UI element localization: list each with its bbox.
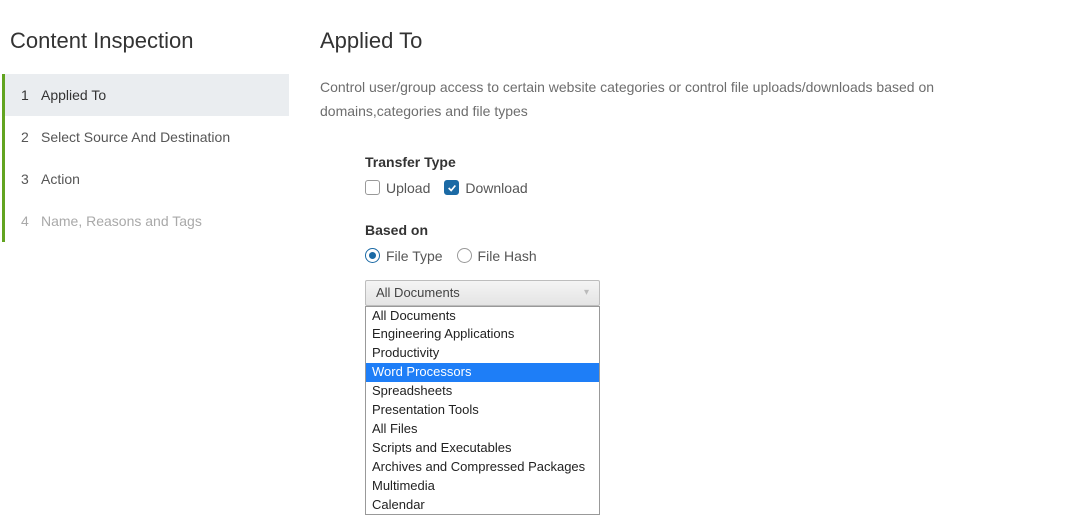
- step-number: 4: [21, 213, 41, 229]
- file-type-radio[interactable]: File Type: [365, 248, 443, 264]
- wizard-step-2[interactable]: 2Select Source And Destination: [5, 116, 289, 158]
- step-label: Name, Reasons and Tags: [41, 213, 273, 229]
- select-dropdown: All DocumentsEngineering ApplicationsPro…: [365, 306, 600, 515]
- dropdown-option[interactable]: Spreadsheets: [366, 382, 599, 401]
- file-hash-radio[interactable]: File Hash: [457, 248, 537, 264]
- dropdown-option[interactable]: Scripts and Executables: [366, 439, 599, 458]
- file-type-select[interactable]: All Documents ▾ All DocumentsEngineering…: [365, 280, 600, 306]
- based-on-row: File Type File Hash: [365, 248, 1056, 264]
- dropdown-option[interactable]: Multimedia: [366, 477, 599, 496]
- page-title: Applied To: [320, 28, 1056, 54]
- dropdown-option[interactable]: Presentation Tools: [366, 401, 599, 420]
- chevron-down-icon: ▾: [584, 287, 589, 298]
- wizard-sidebar: Content Inspection 1Applied To2Select So…: [0, 0, 290, 515]
- main-panel: Applied To Control user/group access to …: [290, 0, 1086, 515]
- radio-icon: [457, 248, 472, 263]
- based-on-label: Based on: [365, 222, 1056, 238]
- select-display[interactable]: All Documents ▾: [365, 280, 600, 306]
- wizard-step-1[interactable]: 1Applied To: [5, 74, 289, 116]
- dropdown-option[interactable]: All Documents: [366, 307, 599, 326]
- download-checkbox[interactable]: Download: [444, 180, 527, 196]
- wizard-steps: 1Applied To2Select Source And Destinatio…: [2, 74, 289, 242]
- step-number: 3: [21, 171, 41, 187]
- dropdown-option[interactable]: Engineering Applications: [366, 325, 599, 344]
- sidebar-title: Content Inspection: [0, 20, 289, 74]
- wizard-step-3[interactable]: 3Action: [5, 158, 289, 200]
- upload-checkbox[interactable]: Upload: [365, 180, 430, 196]
- page-description: Control user/group access to certain web…: [320, 76, 1056, 124]
- transfer-type-row: Upload Download: [365, 180, 1056, 196]
- dropdown-option[interactable]: Calendar: [366, 496, 599, 515]
- dropdown-option[interactable]: Archives and Compressed Packages: [366, 458, 599, 477]
- step-label: Applied To: [41, 87, 273, 103]
- upload-label: Upload: [386, 180, 430, 196]
- download-label: Download: [465, 180, 527, 196]
- transfer-type-section: Transfer Type Upload Download: [320, 154, 1056, 196]
- select-value: All Documents: [376, 285, 460, 300]
- transfer-type-label: Transfer Type: [365, 154, 1056, 170]
- step-label: Select Source And Destination: [41, 129, 273, 145]
- file-type-label: File Type: [386, 248, 443, 264]
- radio-icon: [365, 248, 380, 263]
- step-label: Action: [41, 171, 273, 187]
- file-hash-label: File Hash: [478, 248, 537, 264]
- dropdown-option[interactable]: All Files: [366, 420, 599, 439]
- step-number: 1: [21, 87, 41, 103]
- dropdown-option[interactable]: Productivity: [366, 344, 599, 363]
- wizard-step-4: 4Name, Reasons and Tags: [5, 200, 289, 242]
- step-number: 2: [21, 129, 41, 145]
- based-on-section: Based on File Type File Hash All Documen…: [320, 222, 1056, 306]
- dropdown-option[interactable]: Word Processors: [366, 363, 599, 382]
- checkbox-icon: [444, 180, 459, 195]
- checkbox-icon: [365, 180, 380, 195]
